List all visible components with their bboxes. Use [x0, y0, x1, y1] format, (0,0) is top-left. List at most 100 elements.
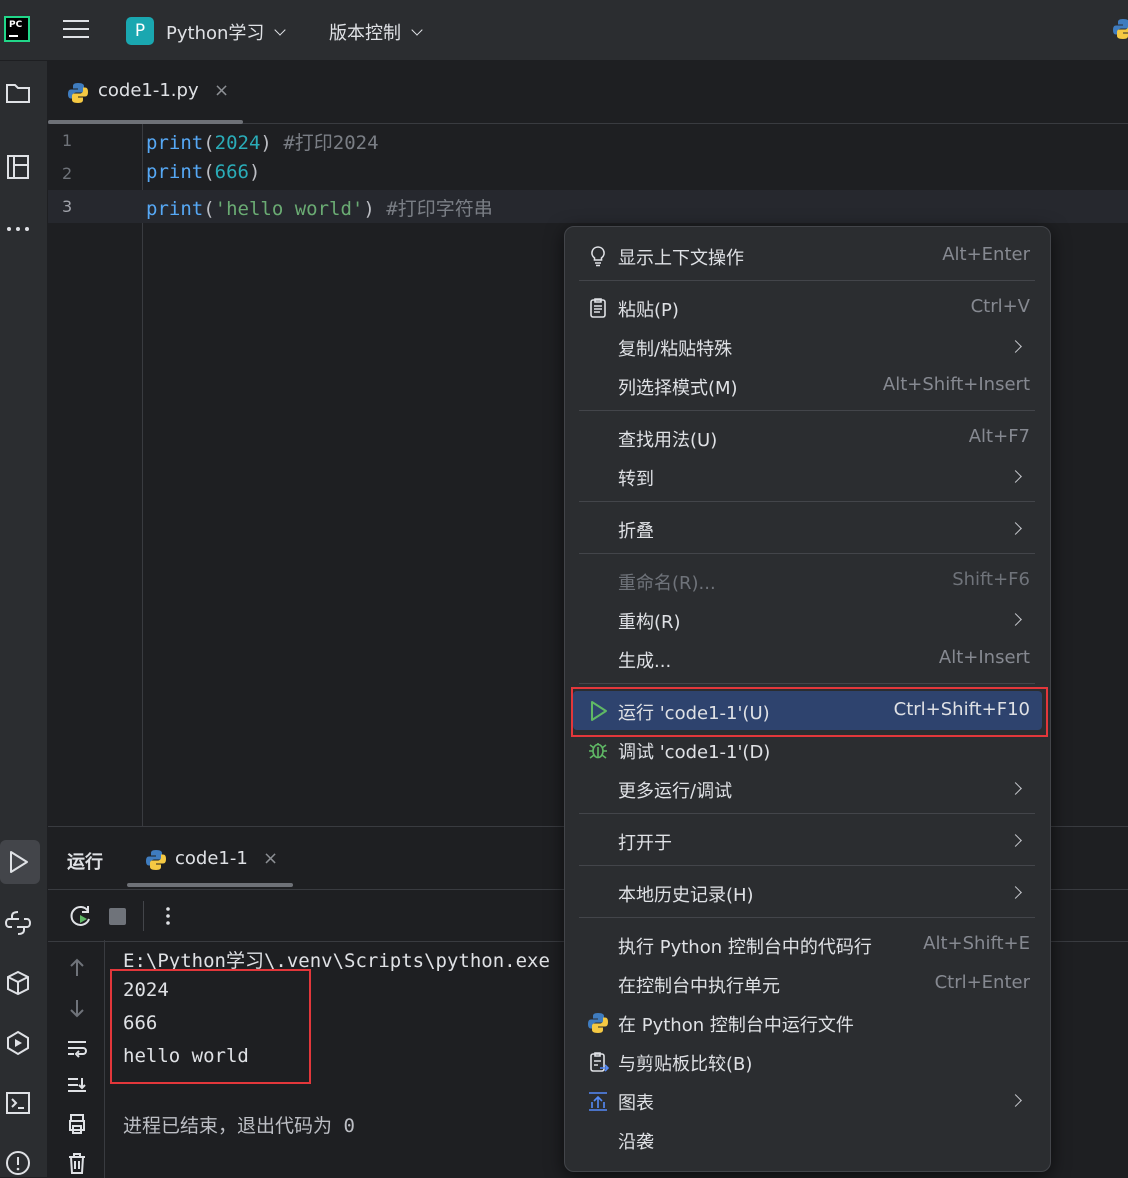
- menu-item[interactable]: 更多运行/调试: [573, 769, 1042, 808]
- menu-item[interactable]: 沿袭: [573, 1120, 1042, 1159]
- rerun-icon[interactable]: [68, 903, 94, 929]
- problems-icon[interactable]: [4, 1149, 32, 1177]
- menu-item[interactable]: 执行 Python 控制台中的代码行 Alt+Shift+E: [573, 925, 1042, 964]
- code-text: print(2024) #打印2024: [146, 128, 379, 155]
- menu-item[interactable]: 本地历史记录(H): [573, 873, 1042, 912]
- code-token: #打印字符串: [386, 198, 493, 220]
- editor-context-menu: 显示上下文操作 Alt+Enter 粘贴(P) Ctrl+V 复制/粘贴特殊 列选择模式(…: [564, 226, 1051, 1172]
- scroll-to-end-icon[interactable]: [65, 1074, 89, 1098]
- more-tools-icon[interactable]: [4, 215, 32, 243]
- tool-window-strip: [0, 61, 48, 1177]
- tab-code1-1-py[interactable]: code1-1.py ×: [48, 61, 243, 124]
- code-token: (: [203, 132, 215, 154]
- menu-item[interactable]: 在 Python 控制台中运行文件: [573, 1003, 1042, 1042]
- services-icon[interactable]: [4, 1029, 32, 1057]
- console-exit-message: 进程已结束，退出代码为 0: [123, 1115, 355, 1137]
- menu-item-shortcut: Ctrl+Enter: [934, 972, 1030, 993]
- menu-item[interactable]: 与剪贴板比较(B): [573, 1042, 1042, 1081]
- menu-item-shortcut: Alt+Insert: [938, 647, 1030, 668]
- menu-item[interactable]: 粘贴(P) Ctrl+V: [573, 288, 1042, 327]
- tab-close-icon[interactable]: ×: [214, 80, 229, 101]
- diagram-icon: [587, 1090, 609, 1112]
- stop-icon[interactable]: [109, 908, 126, 925]
- compare-icon: [587, 1051, 610, 1073]
- menu-item-label: 沿袭: [618, 1132, 654, 1153]
- trash-icon[interactable]: [65, 1151, 89, 1175]
- code-token: #打印2024: [283, 132, 379, 154]
- menu-item[interactable]: 在控制台中执行单元 Ctrl+Enter: [573, 964, 1042, 1003]
- console-side-toolbar: [48, 940, 105, 1178]
- code-token: 'hello world': [214, 198, 364, 220]
- menu-separator: [579, 813, 1035, 814]
- editor-tab-bar: code1-1.py ×: [48, 61, 1128, 124]
- menu-item-label: 显示上下文操作: [618, 248, 744, 269]
- code-line[interactable]: 2 print(666): [48, 157, 1128, 190]
- print-icon[interactable]: [65, 1112, 89, 1136]
- menu-separator: [579, 501, 1035, 502]
- line-number: 1: [62, 131, 73, 150]
- menu-item-label: 转到: [618, 469, 654, 490]
- python-packages-icon[interactable]: [4, 969, 32, 997]
- menu-item[interactable]: 图表: [573, 1081, 1042, 1120]
- chevron-right-icon: [1009, 886, 1022, 899]
- code-token: print: [146, 161, 204, 183]
- menu-item-shortcut: Ctrl+V: [970, 296, 1030, 317]
- menu-item[interactable]: 列选择模式(M) Alt+Shift+Insert: [573, 366, 1042, 405]
- soft-wrap-icon[interactable]: [65, 1036, 89, 1060]
- python-icon: [1113, 19, 1128, 39]
- menu-item-label: 在控制台中执行单元: [618, 976, 780, 997]
- run-tab-close-icon[interactable]: ×: [263, 848, 278, 869]
- menu-item[interactable]: 打开于: [573, 821, 1042, 860]
- main-menu-icon[interactable]: [63, 20, 89, 40]
- chevron-right-icon: [1009, 782, 1022, 795]
- tab-label: code1-1.py: [98, 80, 199, 101]
- debug-icon: [587, 739, 609, 761]
- menu-item[interactable]: 转到: [573, 457, 1042, 496]
- menu-item[interactable]: 折叠: [573, 509, 1042, 548]
- menu-item[interactable]: 查找用法(U) Alt+F7: [573, 418, 1042, 457]
- menu-item-label: 生成...: [618, 651, 672, 672]
- menu-separator: [579, 917, 1035, 918]
- menu-item-label: 折叠: [618, 521, 654, 542]
- terminal-icon[interactable]: [4, 1089, 32, 1117]
- menu-item-label: 重构(R): [618, 612, 681, 633]
- chevron-right-icon: [1009, 1094, 1022, 1107]
- bulb-icon: [587, 245, 609, 267]
- vcs-label: 版本控制: [329, 23, 401, 44]
- menu-item[interactable]: 生成... Alt+Insert: [573, 639, 1042, 678]
- code-line[interactable]: 3 print('hello world') #打印字符串: [48, 190, 1128, 223]
- menu-item-label: 粘贴(P): [618, 300, 679, 321]
- run-tab-code1-1[interactable]: code1-1 ×: [127, 827, 293, 889]
- toolbar-divider: [143, 901, 144, 931]
- menu-item[interactable]: 复制/粘贴特殊: [573, 327, 1042, 366]
- menu-item[interactable]: 重构(R): [573, 600, 1042, 639]
- python-file-icon: [68, 83, 88, 103]
- more-vertical-icon[interactable]: [158, 904, 178, 928]
- menu-item-label: 重命名(R)...: [618, 573, 716, 594]
- menu-item-label: 列选择模式(M): [618, 378, 738, 399]
- structure-icon[interactable]: [4, 153, 32, 181]
- menu-item-shortcut: Alt+Enter: [942, 244, 1030, 265]
- python-console-icon[interactable]: [4, 909, 32, 937]
- code-token: print: [146, 132, 204, 154]
- menu-item[interactable]: 显示上下文操作 Alt+Enter: [573, 236, 1042, 275]
- code-line[interactable]: 1 print(2024) #打印2024: [48, 124, 1128, 157]
- code-text: print('hello world') #打印字符串: [146, 194, 493, 221]
- scroll-up-icon[interactable]: [65, 956, 89, 980]
- code-token: print: [146, 198, 204, 220]
- chevron-right-icon: [1009, 470, 1022, 483]
- gutter-divider: [142, 124, 143, 826]
- scroll-down-icon[interactable]: [65, 996, 89, 1020]
- code-token: ): [363, 198, 387, 220]
- code-token: (: [203, 161, 215, 183]
- chevron-right-icon: [1009, 834, 1022, 847]
- python-icon: [146, 850, 166, 870]
- run-icon[interactable]: [4, 848, 32, 876]
- folder-icon[interactable]: [4, 79, 32, 107]
- menu-item-label: 图表: [618, 1093, 654, 1114]
- title-bar: PC P Python学习 版本控制: [0, 0, 1128, 61]
- menu-separator: [579, 410, 1035, 411]
- menu-item-label: 在 Python 控制台中运行文件: [618, 1015, 854, 1036]
- python-icon: [587, 1012, 609, 1034]
- chevron-down-icon: [274, 24, 287, 36]
